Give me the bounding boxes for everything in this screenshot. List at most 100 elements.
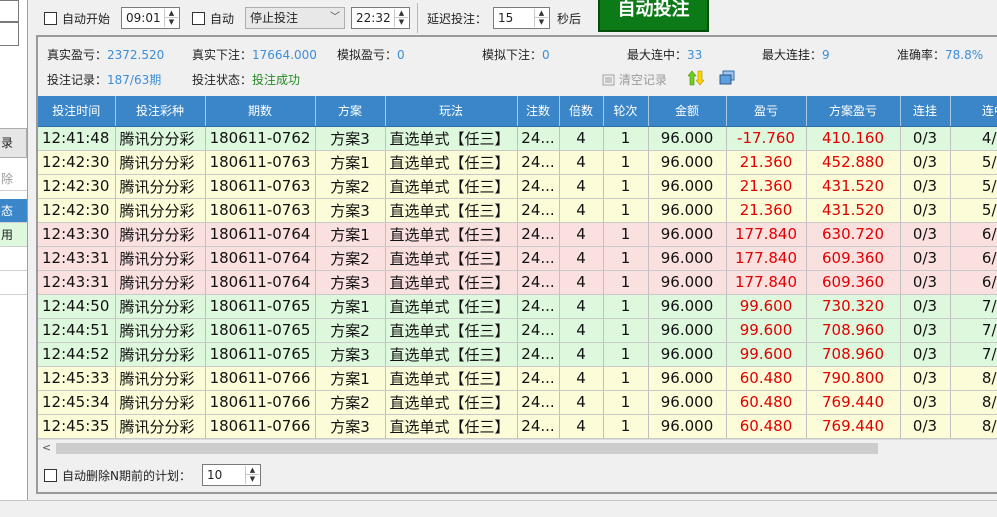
table-row[interactable]: 12:45:35 腾讯分分彩 180611-0766 方案3 直选单式【任三】 24...… <box>38 414 997 439</box>
table-row[interactable]: 12:44:50 腾讯分分彩 180611-0765 方案1 直选单式【任三】 24...… <box>38 294 997 319</box>
column-header[interactable]: 方案 <box>315 96 386 127</box>
toolbar-divider <box>417 3 418 33</box>
table-cell: 4 <box>559 246 604 271</box>
table-row[interactable]: 12:42:30 腾讯分分彩 180611-0763 方案1 直选单式【任三】 24...… <box>38 150 997 175</box>
table-cell: 腾讯分分彩 <box>115 198 206 223</box>
sim-profit-value: 0 <box>397 48 405 62</box>
trash-icon <box>602 74 615 86</box>
table-cell: 180611-0765 <box>205 318 316 343</box>
left-input-2[interactable] <box>0 22 19 46</box>
table-cell: 96.000 <box>648 222 727 247</box>
column-header[interactable]: 方案盈亏 <box>806 96 901 127</box>
table-cell: 12:43:31 <box>38 270 116 295</box>
column-header[interactable]: 期数 <box>205 96 316 127</box>
auto-delete-input[interactable]: 10 ▲ ▼ <box>202 464 261 486</box>
table-cell: 直选单式【任三】 <box>385 414 518 439</box>
auto-bet-button[interactable]: 自动投注 <box>598 0 709 32</box>
scrollbar-thumb[interactable] <box>56 443 878 454</box>
max-lose: 最大连挂：9 <box>762 48 830 62</box>
table-cell: 4 <box>559 294 604 319</box>
table-cell: 24... <box>517 198 560 223</box>
spin-down-icon[interactable]: ▼ <box>165 18 178 27</box>
table-row[interactable]: 12:42:30 腾讯分分彩 180611-0763 方案3 直选单式【任三】 24...… <box>38 198 997 223</box>
column-header[interactable]: 金额 <box>648 96 727 127</box>
table-cell: 96.000 <box>648 294 727 319</box>
column-header[interactable]: 盈亏 <box>726 96 807 127</box>
left-row-delete[interactable]: 除 <box>0 167 27 191</box>
left-row-empty-1 <box>0 247 27 271</box>
table-cell: 1 <box>603 222 649 247</box>
left-row-use[interactable]: 用 <box>0 223 27 247</box>
column-header[interactable]: 倍数 <box>559 96 604 127</box>
table-cell: 1 <box>603 366 649 391</box>
table-cell: 180611-0766 <box>205 390 316 415</box>
table-cell: 452.880 <box>806 150 901 175</box>
column-header[interactable]: 投注彩种 <box>115 96 206 127</box>
sort-arrows-icon[interactable] <box>688 70 704 86</box>
horizontal-scrollbar[interactable]: < <box>38 439 997 456</box>
spin-up-icon[interactable]: ▲ <box>395 9 408 18</box>
start-time-spinner[interactable]: ▲ ▼ <box>164 9 178 27</box>
table-cell: 0/3 <box>900 294 951 319</box>
window-icon[interactable] <box>719 70 735 86</box>
column-header[interactable]: 连中 <box>950 96 997 127</box>
table-cell: 6/1 <box>950 222 997 247</box>
table-row[interactable]: 12:41:48 腾讯分分彩 180611-0762 方案3 直选单式【任三】 24...… <box>38 126 997 151</box>
end-time-spinner[interactable]: ▲ ▼ <box>394 9 408 27</box>
table-row[interactable]: 12:43:30 腾讯分分彩 180611-0764 方案1 直选单式【任三】 24...… <box>38 222 997 247</box>
table-cell: 1 <box>603 390 649 415</box>
table-cell: 腾讯分分彩 <box>115 246 206 271</box>
table-cell: 609.360 <box>806 246 901 271</box>
table-cell: 直选单式【任三】 <box>385 390 518 415</box>
column-header[interactable]: 投注时间 <box>38 96 116 127</box>
auto-start-checkbox[interactable] <box>44 12 57 25</box>
table-cell: 24... <box>517 366 560 391</box>
end-time-input[interactable]: 22:32 ▲ ▼ <box>351 7 410 29</box>
table-cell: 96.000 <box>648 414 727 439</box>
left-record-button[interactable]: 录 <box>0 128 27 158</box>
table-cell: 方案1 <box>315 150 386 175</box>
column-header[interactable]: 轮次 <box>603 96 649 127</box>
spin-up-icon[interactable]: ▲ <box>165 9 178 18</box>
bet-record: 投注记录：187/63期 <box>47 73 162 87</box>
table-row[interactable]: 12:45:34 腾讯分分彩 180611-0766 方案2 直选单式【任三】 24...… <box>38 390 997 415</box>
table-row[interactable]: 12:45:33 腾讯分分彩 180611-0766 方案1 直选单式【任三】 24...… <box>38 366 997 391</box>
clear-records-button[interactable]: 清空记录 <box>602 71 667 88</box>
scroll-left-icon[interactable]: < <box>42 441 51 454</box>
spin-down-icon[interactable]: ▼ <box>246 475 259 484</box>
table-cell: 1 <box>603 342 649 367</box>
table-cell: 0/3 <box>900 174 951 199</box>
table-cell: 直选单式【任三】 <box>385 126 518 151</box>
spin-up-icon[interactable]: ▲ <box>246 466 259 475</box>
table-cell: 腾讯分分彩 <box>115 294 206 319</box>
mode-select[interactable]: 停止投注 ﹀ <box>245 7 345 29</box>
table-cell: 180611-0763 <box>205 150 316 175</box>
start-time-input[interactable]: 09:01 ▲ ▼ <box>121 7 180 29</box>
left-row-status[interactable]: 态 <box>0 199 27 223</box>
delay-spinner[interactable]: ▲ ▼ <box>534 9 548 27</box>
table-row[interactable]: 12:43:31 腾讯分分彩 180611-0764 方案2 直选单式【任三】 24...… <box>38 246 997 271</box>
table-row[interactable]: 12:44:52 腾讯分分彩 180611-0765 方案3 直选单式【任三】 24...… <box>38 342 997 367</box>
table-row[interactable]: 12:44:51 腾讯分分彩 180611-0765 方案2 直选单式【任三】 24...… <box>38 318 997 343</box>
column-header[interactable]: 连挂 <box>900 96 951 127</box>
delay-input[interactable]: 15 ▲ ▼ <box>493 7 550 29</box>
table-row[interactable]: 12:42:30 腾讯分分彩 180611-0763 方案2 直选单式【任三】 24...… <box>38 174 997 199</box>
table-cell: 腾讯分分彩 <box>115 390 206 415</box>
table-cell: 24... <box>517 270 560 295</box>
auto-delete-spinner[interactable]: ▲ ▼ <box>245 466 259 484</box>
left-input-top[interactable] <box>0 0 19 22</box>
column-header[interactable]: 玩法 <box>385 96 518 127</box>
spin-down-icon[interactable]: ▼ <box>395 18 408 27</box>
table-cell: 直选单式【任三】 <box>385 270 518 295</box>
table-row[interactable]: 12:43:31 腾讯分分彩 180611-0764 方案3 直选单式【任三】 24...… <box>38 270 997 295</box>
table-cell: 1 <box>603 246 649 271</box>
table-cell: 24... <box>517 246 560 271</box>
auto-delete-checkbox[interactable] <box>44 469 57 482</box>
spin-up-icon[interactable]: ▲ <box>535 9 548 18</box>
auto-checkbox[interactable] <box>192 12 205 25</box>
column-header[interactable]: 注数 <box>517 96 560 127</box>
table-cell: 12:44:51 <box>38 318 116 343</box>
table-cell: 96.000 <box>648 174 727 199</box>
table-cell: 方案2 <box>315 174 386 199</box>
spin-down-icon[interactable]: ▼ <box>535 18 548 27</box>
